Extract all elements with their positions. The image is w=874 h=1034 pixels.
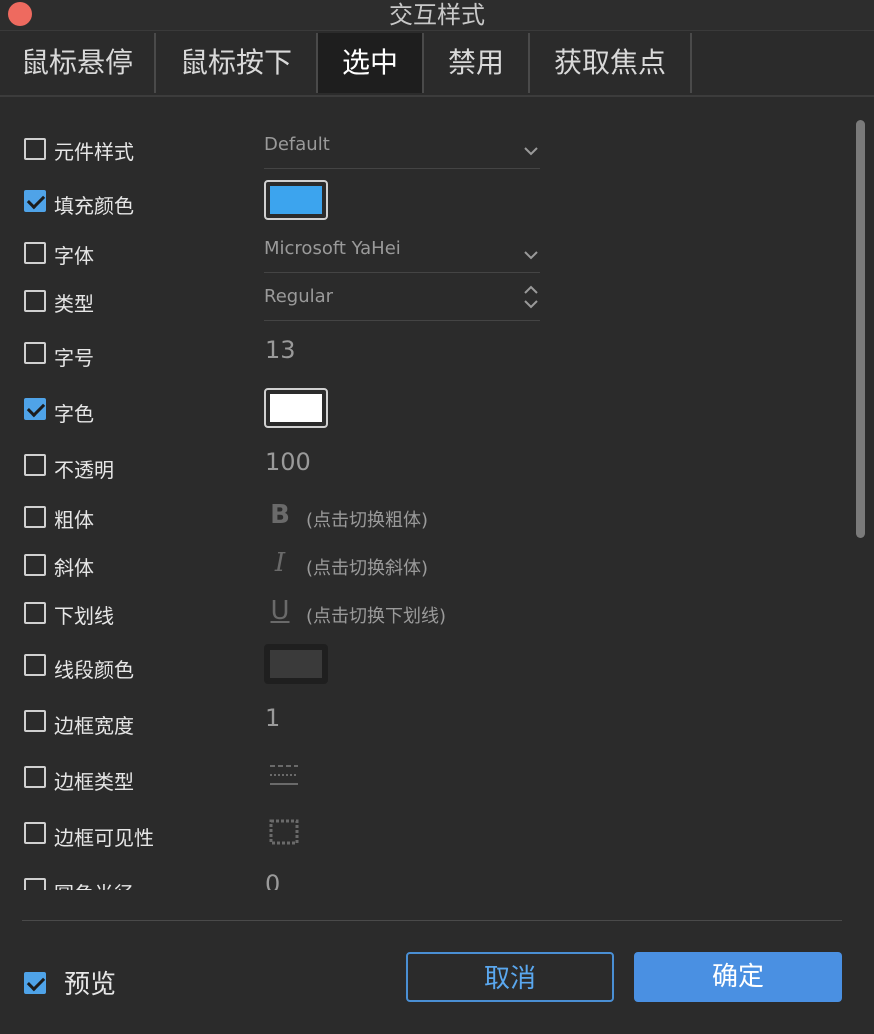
row-font: 字体 Microsoft YaHei: [0, 238, 850, 278]
tab-divider: [690, 33, 692, 93]
property-list: 元件样式 Default 填充颜色 字体 Microsoft YaHei 类型 …: [0, 100, 874, 890]
row-italic: 斜体 I (点击切换斜体): [0, 548, 850, 592]
type-select[interactable]: Regular: [264, 285, 540, 321]
row-font-color: 字色: [0, 388, 850, 428]
font-checkbox[interactable]: [24, 242, 46, 264]
row-bold: 粗体 B (点击切换粗体): [0, 500, 850, 544]
row-fill-color: 填充颜色: [0, 180, 850, 220]
chevron-down-icon: [524, 147, 538, 156]
bold-hint: (点击切换粗体): [306, 510, 429, 531]
chevron-down-icon: [524, 251, 538, 260]
footer-divider: [22, 920, 842, 921]
font-color-label: 字色: [54, 402, 94, 426]
fill-color-preview: [270, 186, 322, 214]
opacity-checkbox[interactable]: [24, 454, 46, 476]
row-underline: 下划线 U (点击切换下划线): [0, 596, 850, 640]
font-label: 字体: [54, 244, 94, 268]
row-corner-radius: 圆角半径 0: [0, 870, 850, 890]
italic-icon[interactable]: I: [266, 548, 294, 578]
scrollbar-thumb[interactable]: [856, 120, 865, 538]
font-size-input[interactable]: 13: [265, 336, 296, 364]
type-value: Regular: [264, 286, 334, 307]
stepper-icon: [524, 285, 538, 309]
border-type-label: 边框类型: [54, 770, 134, 794]
bold-label: 粗体: [54, 508, 94, 532]
type-label: 类型: [54, 292, 94, 316]
italic-checkbox[interactable]: [24, 554, 46, 576]
row-opacity: 不透明 100: [0, 448, 850, 490]
border-width-checkbox[interactable]: [24, 710, 46, 732]
tab-mouse-hover[interactable]: 鼠标悬停: [0, 33, 156, 93]
state-tabs: 鼠标悬停 鼠标按下 选中 禁用 获取焦点: [0, 33, 874, 97]
opacity-input[interactable]: 100: [265, 448, 311, 476]
window-title: 交互样式: [389, 1, 485, 29]
title-bar: 交互样式: [0, 0, 874, 31]
corner-radius-input[interactable]: 0: [265, 870, 280, 890]
underline-label: 下划线: [54, 604, 114, 628]
line-color-swatch[interactable]: [264, 644, 328, 684]
row-border-width: 边框宽度 1: [0, 704, 850, 746]
tab-focus[interactable]: 获取焦点: [530, 33, 690, 93]
underline-checkbox[interactable]: [24, 602, 46, 624]
corner-radius-label: 圆角半径: [54, 878, 134, 890]
row-line-color: 线段颜色: [0, 644, 850, 684]
border-visibility-label: 边框可见性: [54, 826, 154, 850]
font-color-checkbox[interactable]: [24, 398, 46, 420]
border-visibility-icon[interactable]: [268, 818, 300, 846]
font-color-swatch[interactable]: [264, 388, 328, 428]
row-border-visibility: 边框可见性: [0, 818, 850, 858]
tab-disabled[interactable]: 禁用: [424, 33, 530, 93]
underline-hint: (点击切换下划线): [306, 606, 447, 627]
italic-hint: (点击切换斜体): [306, 558, 429, 579]
component-style-select[interactable]: Default: [264, 134, 540, 169]
font-size-label: 字号: [54, 346, 94, 370]
italic-label: 斜体: [54, 556, 94, 580]
opacity-label: 不透明: [54, 458, 114, 482]
border-visibility-checkbox[interactable]: [24, 822, 46, 844]
line-color-label: 线段颜色: [54, 658, 134, 682]
cancel-button[interactable]: 取消: [406, 952, 614, 1002]
font-size-checkbox[interactable]: [24, 342, 46, 364]
bold-icon[interactable]: B: [266, 500, 294, 530]
underline-icon[interactable]: U: [266, 596, 294, 626]
row-font-size: 字号 13: [0, 336, 850, 378]
tab-mouse-down[interactable]: 鼠标按下: [156, 33, 318, 93]
fill-color-label: 填充颜色: [54, 194, 134, 218]
component-style-value: Default: [264, 134, 330, 155]
row-border-type: 边框类型: [0, 762, 850, 802]
corner-radius-checkbox[interactable]: [24, 878, 46, 890]
border-type-checkbox[interactable]: [24, 766, 46, 788]
border-width-input[interactable]: 1: [265, 704, 280, 732]
ok-button[interactable]: 确定: [634, 952, 842, 1002]
preview-checkbox[interactable]: [24, 972, 46, 994]
border-dashed-icon[interactable]: [268, 762, 300, 788]
font-value: Microsoft YaHei: [264, 238, 401, 259]
row-component-style: 元件样式 Default: [0, 134, 850, 174]
row-type: 类型 Regular: [0, 285, 850, 326]
type-checkbox[interactable]: [24, 290, 46, 312]
fill-color-checkbox[interactable]: [24, 190, 46, 212]
bold-checkbox[interactable]: [24, 506, 46, 528]
component-style-checkbox[interactable]: [24, 138, 46, 160]
preview-label: 预览: [64, 970, 117, 1000]
font-select[interactable]: Microsoft YaHei: [264, 238, 540, 273]
border-width-label: 边框宽度: [54, 714, 134, 738]
fill-color-swatch[interactable]: [264, 180, 328, 220]
line-color-checkbox[interactable]: [24, 654, 46, 676]
font-color-preview: [270, 394, 322, 422]
component-style-label: 元件样式: [54, 140, 134, 164]
tab-selected[interactable]: 选中: [318, 33, 424, 93]
line-color-preview: [270, 650, 322, 678]
